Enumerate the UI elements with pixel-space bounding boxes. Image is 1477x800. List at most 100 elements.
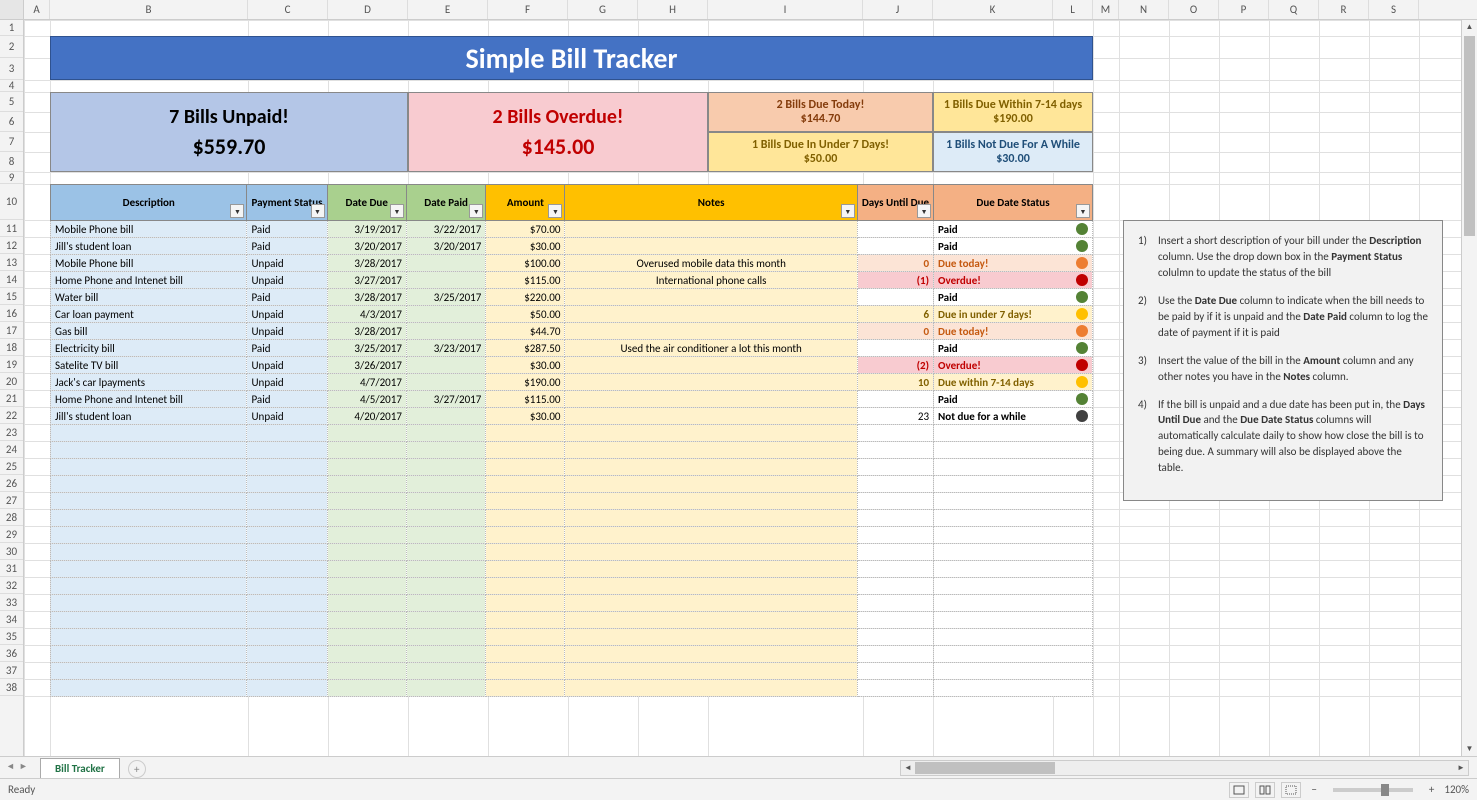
empty-cell[interactable] (327, 425, 406, 442)
cell-dstatus[interactable]: Overdue! (934, 357, 1093, 374)
cell-dpaid[interactable] (406, 374, 485, 391)
empty-cell[interactable] (934, 612, 1093, 629)
empty-cell[interactable] (51, 561, 247, 578)
empty-cell[interactable] (51, 663, 247, 680)
cell-notes[interactable]: Used the air conditioner a lot this mont… (565, 340, 857, 357)
empty-cell[interactable] (486, 544, 565, 561)
empty-cell[interactable] (857, 425, 933, 442)
empty-cell[interactable] (934, 578, 1093, 595)
row-header-6[interactable]: 6 (0, 112, 23, 132)
row-header-22[interactable]: 22 (0, 407, 23, 424)
table-row[interactable]: Gas billUnpaid3/28/2017$44.700Due today! (51, 323, 1093, 340)
scroll-left-icon[interactable]: ◄ (901, 761, 915, 775)
cell-dstatus[interactable]: Due in under 7 days! (934, 306, 1093, 323)
spreadsheet-grid[interactable]: Simple Bill Tracker7 Bills Unpaid!$559.7… (24, 20, 1477, 756)
empty-cell[interactable] (51, 612, 247, 629)
empty-cell[interactable] (51, 544, 247, 561)
empty-cell[interactable] (565, 629, 857, 646)
table-row[interactable]: Mobile Phone billUnpaid3/28/2017$100.00O… (51, 255, 1093, 272)
cell-pstatus[interactable]: Paid (247, 391, 327, 408)
cell-desc[interactable]: Home Phone and Intenet bill (51, 391, 247, 408)
header-dstatus[interactable]: Due Date Status▼ (934, 185, 1093, 221)
empty-cell[interactable] (934, 646, 1093, 663)
empty-cell[interactable] (857, 612, 933, 629)
empty-cell[interactable] (857, 527, 933, 544)
cell-dpaid[interactable] (406, 323, 485, 340)
hscroll-thumb[interactable] (915, 762, 1055, 774)
empty-cell[interactable] (247, 527, 327, 544)
empty-cell[interactable] (857, 629, 933, 646)
cell-dpaid[interactable] (406, 272, 485, 289)
cell-pstatus[interactable]: Unpaid (247, 357, 327, 374)
cell-dstatus[interactable]: Paid (934, 289, 1093, 306)
table-row-empty[interactable] (51, 510, 1093, 527)
empty-cell[interactable] (247, 425, 327, 442)
empty-cell[interactable] (486, 629, 565, 646)
empty-cell[interactable] (486, 459, 565, 476)
horizontal-scrollbar[interactable]: ◄ ► (900, 760, 1469, 776)
cell-ddue[interactable]: 3/26/2017 (327, 357, 406, 374)
filter-icon[interactable]: ▼ (1076, 204, 1090, 218)
cell-dstatus[interactable]: Due within 7-14 days (934, 374, 1093, 391)
col-header-P[interactable]: P (1219, 0, 1269, 19)
col-header-M[interactable]: M (1093, 0, 1119, 19)
empty-cell[interactable] (406, 680, 485, 697)
empty-cell[interactable] (327, 459, 406, 476)
empty-cell[interactable] (327, 476, 406, 493)
cell-desc[interactable]: Mobile Phone bill (51, 255, 247, 272)
scroll-up-icon[interactable]: ▲ (1462, 20, 1477, 34)
empty-cell[interactable] (934, 527, 1093, 544)
empty-cell[interactable] (327, 578, 406, 595)
col-header-K[interactable]: K (933, 0, 1053, 19)
empty-cell[interactable] (486, 510, 565, 527)
header-amount[interactable]: Amount▼ (486, 185, 565, 221)
cell-days[interactable]: (2) (857, 357, 933, 374)
row-header-26[interactable]: 26 (0, 475, 23, 492)
empty-cell[interactable] (247, 680, 327, 697)
cell-notes[interactable] (565, 221, 857, 238)
empty-cell[interactable] (486, 612, 565, 629)
empty-cell[interactable] (247, 561, 327, 578)
empty-cell[interactable] (486, 578, 565, 595)
filter-icon[interactable]: ▼ (311, 204, 325, 218)
empty-cell[interactable] (51, 476, 247, 493)
table-row[interactable]: Home Phone and Intenet billPaid4/5/20173… (51, 391, 1093, 408)
cell-notes[interactable] (565, 323, 857, 340)
table-row-empty[interactable] (51, 459, 1093, 476)
row-header-19[interactable]: 19 (0, 356, 23, 373)
empty-cell[interactable] (247, 663, 327, 680)
cell-dpaid[interactable] (406, 255, 485, 272)
table-row-empty[interactable] (51, 629, 1093, 646)
zoom-minus-icon[interactable]: − (1307, 783, 1320, 796)
cell-dpaid[interactable] (406, 306, 485, 323)
row-header-2[interactable]: 2 (0, 36, 23, 58)
cell-dstatus[interactable]: Not due for a while (934, 408, 1093, 425)
col-header-C[interactable]: C (248, 0, 328, 19)
row-header-27[interactable]: 27 (0, 492, 23, 509)
table-row-empty[interactable] (51, 476, 1093, 493)
empty-cell[interactable] (857, 442, 933, 459)
cell-dstatus[interactable]: Paid (934, 238, 1093, 255)
cell-pstatus[interactable]: Paid (247, 221, 327, 238)
empty-cell[interactable] (857, 663, 933, 680)
row-header-35[interactable]: 35 (0, 628, 23, 645)
cell-ddue[interactable]: 4/3/2017 (327, 306, 406, 323)
empty-cell[interactable] (406, 493, 485, 510)
row-header-31[interactable]: 31 (0, 560, 23, 577)
empty-cell[interactable] (51, 510, 247, 527)
empty-cell[interactable] (565, 493, 857, 510)
cell-amount[interactable]: $115.00 (486, 391, 565, 408)
empty-cell[interactable] (486, 527, 565, 544)
cell-pstatus[interactable]: Unpaid (247, 255, 327, 272)
filter-icon[interactable]: ▼ (390, 204, 404, 218)
empty-cell[interactable] (51, 442, 247, 459)
empty-cell[interactable] (934, 442, 1093, 459)
col-header-I[interactable]: I (708, 0, 863, 19)
col-header-Q[interactable]: Q (1269, 0, 1319, 19)
cell-dstatus[interactable]: Overdue! (934, 272, 1093, 289)
row-header-34[interactable]: 34 (0, 611, 23, 628)
select-all-corner[interactable] (0, 0, 24, 19)
cell-notes[interactable]: Overused mobile data this month (565, 255, 857, 272)
empty-cell[interactable] (486, 561, 565, 578)
empty-cell[interactable] (327, 680, 406, 697)
